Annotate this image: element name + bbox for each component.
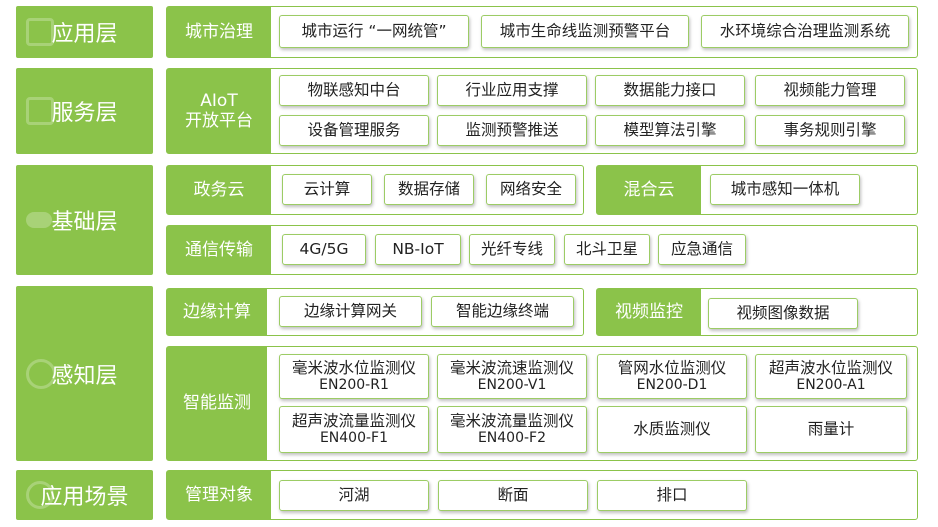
layer-application: 应用层 <box>16 6 153 58</box>
device-model: EN400-F1 <box>319 430 389 447</box>
device-name: 毫米波流量监测仪 <box>449 411 574 430</box>
service-box: 数据能力接口 <box>595 75 745 106</box>
layer-perception-label: 感知层 <box>51 363 118 389</box>
layer-foundation-label: 基础层 <box>51 210 118 235</box>
target-box: 排口 <box>597 480 747 511</box>
edge-box: 智能边缘终端 <box>431 296 574 327</box>
city-governance-label: 城市治理 <box>167 7 271 57</box>
layer-service: 服务层 <box>16 68 153 154</box>
comm-box: 北斗卫星 <box>564 234 650 265</box>
layer-perception: 感知层 <box>16 286 153 461</box>
aiot-label-line1: AIoT <box>200 90 238 111</box>
app-box-water-system: 水环境综合治理监测系统 <box>701 15 909 48</box>
layer-foundation: 基础层 <box>16 165 153 275</box>
video-label: 视频监控 <box>597 289 701 335</box>
device-model: EN400-F2 <box>477 430 547 447</box>
service-box: 模型算法引擎 <box>595 115 745 146</box>
cloud-box: 云计算 <box>282 174 372 205</box>
edge-box: 边缘计算网关 <box>279 296 422 327</box>
layer-icon <box>26 97 54 125</box>
aiot-label: AIoT 开放平台 <box>167 69 271 153</box>
device-model: EN200-R1 <box>319 377 389 394</box>
device-box: 超声波流量监测仪 EN400-F1 <box>279 406 429 453</box>
hybrid-cloud-label: 混合云 <box>597 166 701 214</box>
target-box: 河湖 <box>279 480 429 511</box>
device-box: 毫米波流量监测仪 EN400-F2 <box>437 406 587 453</box>
device-name: 水质监测仪 <box>633 420 711 439</box>
device-box: 毫米波水位监测仪 EN200-R1 <box>279 354 429 399</box>
device-name: 超声波流量监测仪 <box>291 411 416 430</box>
hybrid-box: 城市感知一体机 <box>710 174 860 205</box>
comm-box: 4G/5G <box>282 234 366 265</box>
layer-service-label: 服务层 <box>51 101 118 126</box>
app-box-unified-ops: 城市运行 “一网统管” <box>279 15 469 48</box>
device-box: 毫米波流速监测仪 EN200-V1 <box>437 354 587 399</box>
device-box: 水质监测仪 <box>597 406 747 453</box>
device-name: 超声波水位监测仪 <box>768 358 893 377</box>
cloud-box: 网络安全 <box>486 174 576 205</box>
comm-box: NB-IoT <box>375 234 461 265</box>
device-name: 毫米波水位监测仪 <box>291 358 416 377</box>
video-box: 视频图像数据 <box>708 298 858 329</box>
signal-icon <box>26 358 56 389</box>
device-model: EN200-V1 <box>477 377 547 394</box>
device-name: 雨量计 <box>807 420 855 439</box>
comm-box: 应急通信 <box>658 234 746 265</box>
cloud-box: 数据存储 <box>384 174 474 205</box>
service-box: 行业应用支撑 <box>437 75 587 106</box>
device-name: 管网水位监测仪 <box>617 358 727 377</box>
gov-cloud-label: 政务云 <box>167 166 271 214</box>
globe-icon <box>26 481 54 509</box>
comm-box: 光纤专线 <box>469 234 555 265</box>
aiot-label-line2: 开放平台 <box>185 111 253 131</box>
layer-scenario: 应用场景 <box>16 470 153 520</box>
service-box: 事务规则引擎 <box>755 115 905 146</box>
target-box: 断面 <box>438 480 588 511</box>
service-box: 物联感知中台 <box>279 75 429 106</box>
device-model: EN200-A1 <box>796 377 866 394</box>
service-box: 监测预警推送 <box>437 115 587 146</box>
management-label: 管理对象 <box>167 471 271 519</box>
device-box: 管网水位监测仪 EN200-D1 <box>597 354 747 399</box>
device-box: 超声波水位监测仪 EN200-A1 <box>755 354 907 399</box>
edge-label: 边缘计算 <box>167 289 267 335</box>
smart-monitoring-label: 智能监测 <box>167 347 267 460</box>
cloud-icon <box>26 212 52 228</box>
communication-label: 通信传输 <box>167 226 271 274</box>
layer-icon <box>26 18 54 46</box>
layer-application-label: 应用层 <box>51 22 118 47</box>
service-box: 视频能力管理 <box>755 75 905 106</box>
app-box-lifeline-platform: 城市生命线监测预警平台 <box>481 15 689 48</box>
service-box: 设备管理服务 <box>279 115 429 146</box>
device-name: 毫米波流速监测仪 <box>449 358 574 377</box>
device-model: EN200-D1 <box>636 377 708 394</box>
device-box: 雨量计 <box>755 406 907 453</box>
